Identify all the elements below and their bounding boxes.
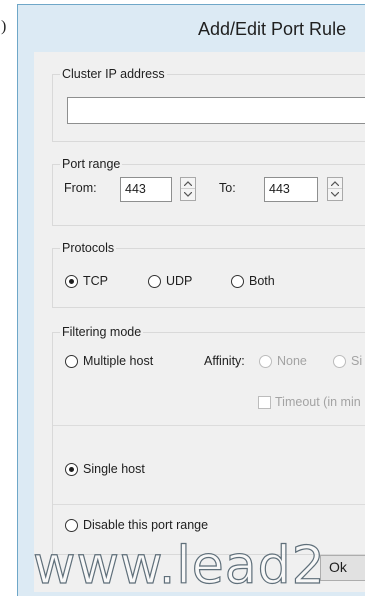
- port-range-label: Port range: [60, 157, 123, 171]
- cluster-ip-group: Cluster IP address: [52, 67, 365, 142]
- filtering-divider: [53, 425, 365, 426]
- to-port-input[interactable]: 443: [264, 177, 318, 202]
- disable-port-range-radio[interactable]: [65, 519, 78, 532]
- timeout-label[interactable]: Timeout (in min: [275, 395, 361, 409]
- protocol-both-label[interactable]: Both: [249, 274, 275, 288]
- chevron-up-icon: [331, 181, 339, 186]
- affinity-single-label[interactable]: Si: [351, 354, 362, 368]
- chevron-down-icon: [331, 192, 339, 197]
- single-host-label[interactable]: Single host: [83, 462, 145, 476]
- protocols-label: Protocols: [60, 241, 117, 255]
- filtering-mode-group: Filtering mode Multiple host Affinity: N…: [52, 325, 365, 555]
- to-label: To:: [219, 181, 236, 195]
- protocol-tcp-label[interactable]: TCP: [83, 274, 108, 288]
- multiple-host-label[interactable]: Multiple host: [83, 354, 153, 368]
- edge-fragment: ): [1, 18, 7, 35]
- watermark-text: www.lead2: [32, 535, 326, 596]
- from-label: From:: [64, 181, 97, 195]
- protocol-udp-radio[interactable]: [148, 275, 161, 288]
- timeout-checkbox[interactable]: [258, 396, 271, 409]
- affinity-none-radio[interactable]: [259, 355, 272, 368]
- to-port-decrement-button[interactable]: [328, 189, 342, 200]
- protocol-udp-label[interactable]: UDP: [166, 274, 192, 288]
- cluster-ip-input[interactable]: [67, 97, 365, 124]
- from-port-input[interactable]: 443: [120, 177, 172, 202]
- dialog-titlebar[interactable]: Add/Edit Port Rule: [18, 5, 365, 52]
- dialog-title: Add/Edit Port Rule: [198, 19, 347, 39]
- screenshot-canvas: ) Add/Edit Port Rule Cluster IP address …: [0, 0, 365, 596]
- protocols-group: Protocols TCP UDP Both: [52, 241, 365, 308]
- ok-button[interactable]: Ok: [320, 555, 365, 581]
- affinity-none-label[interactable]: None: [277, 354, 307, 368]
- chevron-up-icon: [184, 181, 192, 186]
- cluster-ip-label: Cluster IP address: [60, 67, 167, 81]
- from-port-decrement-button[interactable]: [181, 189, 195, 200]
- to-port-increment-button[interactable]: [328, 178, 342, 189]
- multiple-host-radio[interactable]: [65, 355, 78, 368]
- from-port-increment-button[interactable]: [181, 178, 195, 189]
- single-host-divider: [53, 504, 365, 505]
- affinity-single-radio[interactable]: [333, 355, 346, 368]
- port-rule-dialog: Add/Edit Port Rule Cluster IP address Po…: [17, 4, 365, 596]
- to-port-spinner[interactable]: [327, 177, 343, 201]
- selected-dot-icon: [69, 279, 74, 284]
- chevron-down-icon: [184, 192, 192, 197]
- dialog-body: Cluster IP address Port range From: 443 …: [34, 52, 365, 592]
- filtering-mode-label: Filtering mode: [60, 325, 144, 339]
- protocol-both-radio[interactable]: [231, 275, 244, 288]
- disable-port-range-label[interactable]: Disable this port range: [83, 518, 208, 532]
- single-host-radio[interactable]: [65, 463, 78, 476]
- port-range-group: Port range From: 443 To: 443: [52, 157, 365, 226]
- selected-dot-icon: [69, 467, 74, 472]
- from-port-spinner[interactable]: [180, 177, 196, 201]
- protocol-tcp-radio[interactable]: [65, 275, 78, 288]
- affinity-label: Affinity:: [204, 354, 245, 368]
